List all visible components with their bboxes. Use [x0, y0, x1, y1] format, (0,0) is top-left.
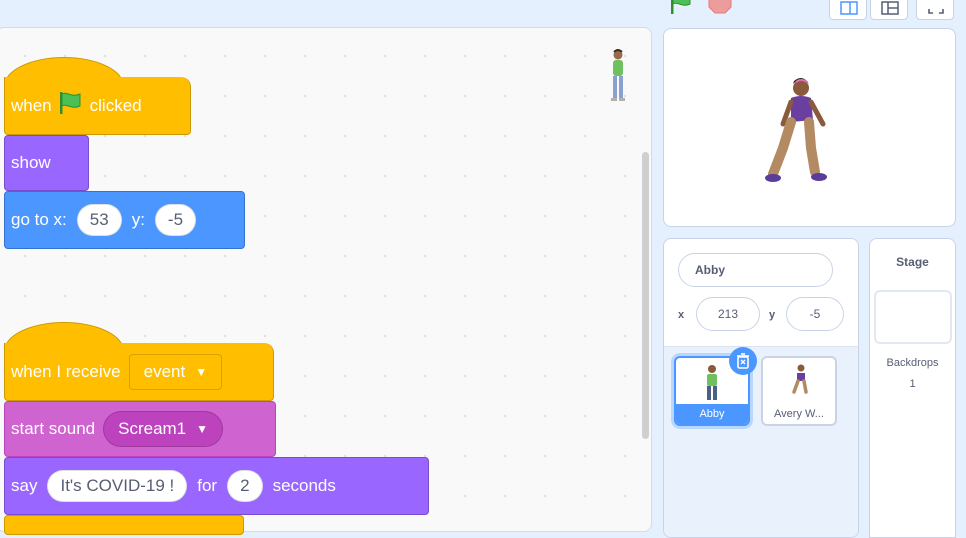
- say-for-seconds-block[interactable]: say It's COVID-19 ! for 2 seconds: [4, 457, 429, 515]
- caret-down-icon: ▼: [196, 422, 209, 436]
- avery-costume-icon: [789, 364, 811, 399]
- seconds-label: seconds: [272, 476, 336, 495]
- backdrops-count: 1: [909, 378, 916, 390]
- sprite-y-input[interactable]: -5: [786, 297, 844, 331]
- sprite-on-stage-icon[interactable]: [763, 76, 829, 186]
- y-label: y: [769, 309, 776, 321]
- sprite-x-input[interactable]: 213: [696, 297, 760, 331]
- fullscreen-icon: [928, 9, 944, 14]
- sound-value: Scream1: [118, 419, 187, 438]
- sprite-x-value: 213: [717, 307, 739, 321]
- fullscreen-button[interactable]: [916, 0, 954, 20]
- green-flag-icon[interactable]: [668, 0, 694, 14]
- abby-costume-icon: [702, 364, 722, 407]
- when-i-receive-block[interactable]: when I receive event ▼: [4, 343, 274, 401]
- stage-title: Stage: [896, 255, 929, 269]
- large-stage-icon: [881, 1, 899, 15]
- go-to-label: go to x:: [11, 210, 67, 229]
- trash-icon: [737, 353, 749, 369]
- stop-sign-icon[interactable]: [708, 0, 732, 14]
- show-label: show: [11, 153, 51, 172]
- sprite-tile-avery[interactable]: Avery W...: [761, 356, 837, 426]
- y-label: y:: [131, 210, 145, 229]
- backdrops-label: Backdrops: [886, 357, 939, 369]
- for-label: for: [197, 476, 218, 495]
- x-input[interactable]: 53: [76, 204, 122, 236]
- sprite-tile-label: Avery W...: [774, 408, 824, 420]
- caret-down-icon: ▼: [195, 364, 208, 379]
- sprite-thumbnail-icon: [608, 48, 628, 104]
- x-label: x: [678, 309, 685, 321]
- message-value: event: [143, 361, 186, 381]
- large-stage-button[interactable]: [870, 0, 908, 20]
- sprite-name-input[interactable]: Abby: [678, 253, 833, 287]
- show-block[interactable]: show: [4, 135, 89, 191]
- when-label: when: [11, 95, 52, 115]
- sprite-y-value: -5: [809, 307, 821, 321]
- sound-dropdown[interactable]: Scream1 ▼: [103, 411, 224, 447]
- next-block-partial[interactable]: [4, 515, 244, 535]
- sprite-info-pane: Abby x 213 y -5 Abby Avery W...: [663, 238, 859, 538]
- sprite-tile-label: Abby: [676, 404, 748, 424]
- green-flag-icon: [58, 91, 84, 120]
- say-label: say: [11, 476, 38, 495]
- start-sound-block[interactable]: start sound Scream1 ▼: [4, 401, 276, 457]
- small-stage-icon: [840, 1, 858, 15]
- y-input[interactable]: -5: [154, 204, 197, 236]
- when-flag-clicked-block[interactable]: when clicked: [4, 77, 191, 135]
- stage-selector-pane[interactable]: Stage Backdrops 1: [869, 238, 956, 538]
- seconds-input[interactable]: 2: [227, 470, 263, 502]
- when-receive-label: when I receive: [11, 361, 121, 381]
- go-to-xy-block[interactable]: go to x: 53 y: -5: [4, 191, 245, 249]
- delete-sprite-button[interactable]: [729, 347, 757, 375]
- message-dropdown[interactable]: event ▼: [128, 353, 223, 390]
- code-scrollbar[interactable]: [642, 152, 649, 439]
- start-sound-label: start sound: [11, 419, 96, 438]
- small-stage-button[interactable]: [829, 0, 867, 20]
- backdrop-thumbnail[interactable]: [874, 290, 952, 344]
- clicked-label: clicked: [89, 95, 142, 115]
- sprite-name-value: Abby: [695, 263, 725, 277]
- say-text-input[interactable]: It's COVID-19 !: [47, 470, 188, 502]
